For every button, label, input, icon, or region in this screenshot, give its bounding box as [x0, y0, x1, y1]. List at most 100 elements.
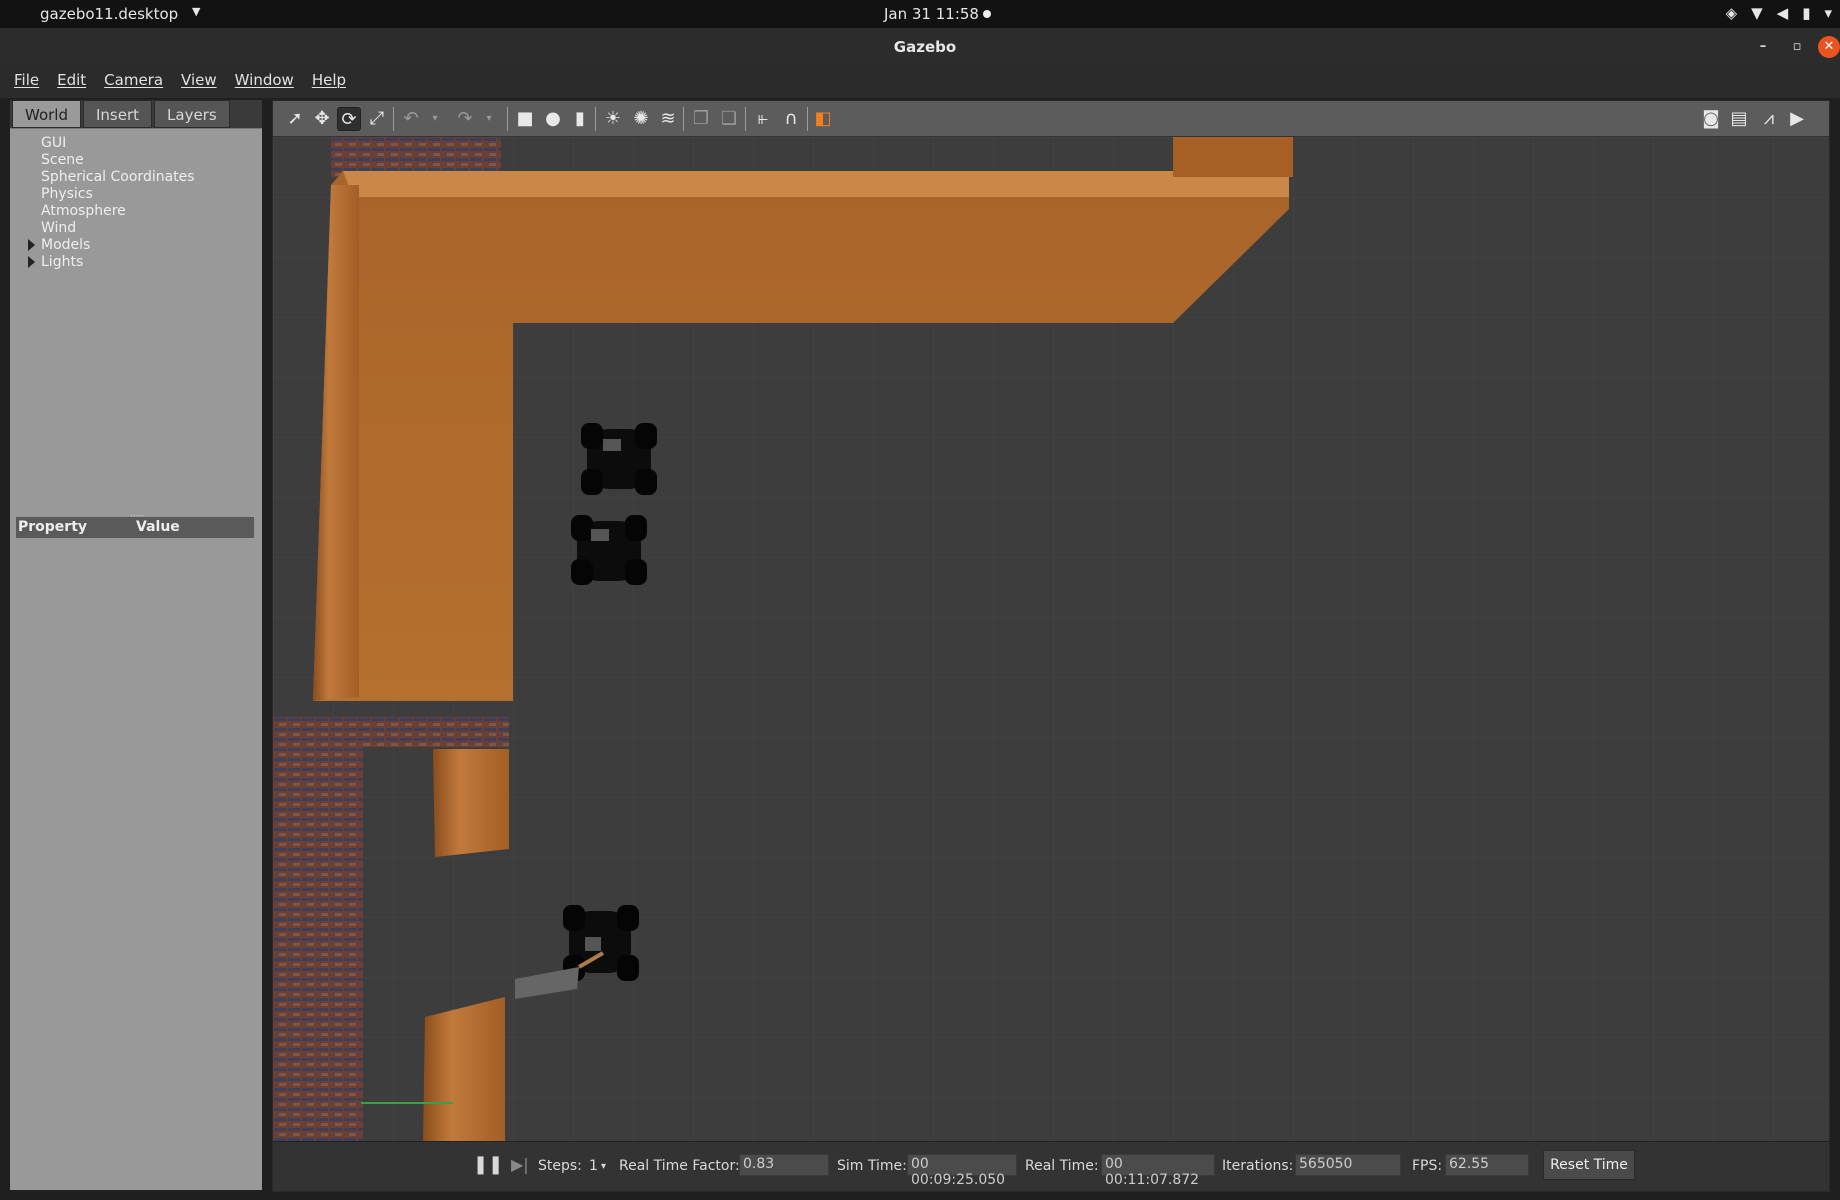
tree-item-gui[interactable]: GUI: [41, 135, 66, 151]
chevron-down-icon[interactable]: ▾: [423, 107, 447, 131]
tree-item-wind[interactable]: Wind: [41, 220, 76, 236]
screenshot-camera-icon[interactable]: ◙: [1699, 107, 1723, 131]
point-light-icon[interactable]: ☀: [601, 107, 625, 131]
battery-icon[interactable]: ▮: [1802, 4, 1810, 22]
panel-tabs: World Insert Layers: [12, 100, 232, 128]
translate-icon[interactable]: ✥: [310, 107, 334, 131]
tree-item-atmosphere[interactable]: Atmosphere: [41, 203, 126, 219]
fps-label: FPS:: [1412, 1158, 1443, 1174]
steps-value[interactable]: 1: [589, 1158, 598, 1174]
real-time-factor-field: 0.83: [739, 1154, 829, 1176]
reset-time-button[interactable]: Reset Time: [1543, 1150, 1635, 1180]
wooden-post: [423, 997, 505, 1141]
chevron-down-icon[interactable]: ▾: [477, 107, 501, 131]
toolbar-separator: [507, 107, 508, 131]
menu-edit[interactable]: Edit: [57, 66, 86, 98]
record-video-icon[interactable]: ▶: [1785, 107, 1809, 131]
simulation-status-bar: ❚❚ ▶| Steps: 1 ▾ Real Time Factor: 0.83 …: [273, 1141, 1829, 1191]
tree-item-physics[interactable]: Physics: [41, 186, 93, 202]
robot-car: [571, 515, 647, 585]
system-top-bar: gazebo11.desktop ▼ Jan 31 11:58 ◈ ▼ ◀ ▮ …: [0, 0, 1840, 28]
box-shape-icon[interactable]: ■: [513, 107, 537, 131]
real-time-factor-label: Real Time Factor:: [619, 1158, 740, 1174]
chevron-down-icon[interactable]: ▼: [192, 5, 200, 18]
toolbar-separator: [807, 107, 808, 131]
select-arrow-icon[interactable]: ➚: [283, 107, 307, 131]
tree-item-lights[interactable]: Lights: [41, 254, 83, 270]
toolbar-separator: [393, 107, 394, 131]
toolbar-separator: [745, 107, 746, 131]
tree-item-spherical-coordinates[interactable]: Spherical Coordinates: [41, 169, 195, 185]
plot-icon[interactable]: ⩘: [1757, 107, 1781, 131]
scene-render: [273, 137, 1829, 1141]
undo-icon[interactable]: ↶: [399, 107, 423, 131]
view-angle-cube-icon[interactable]: ◧: [811, 107, 835, 131]
left-panel: World Insert Layers GUI Scene Spherical …: [10, 100, 262, 1190]
sim-time-field: 00 00:09:25.050: [907, 1154, 1017, 1188]
property-table-header: Property Value: [16, 517, 254, 538]
menu-help[interactable]: Help: [312, 66, 346, 98]
wifi-icon[interactable]: ▼: [1751, 4, 1763, 22]
paste-icon[interactable]: ❏: [717, 107, 741, 131]
copy-icon[interactable]: ❐: [689, 107, 713, 131]
wooden-wall: [1173, 137, 1293, 177]
menu-camera[interactable]: Camera: [104, 66, 163, 98]
cylinder-shape-icon[interactable]: ▮: [568, 107, 592, 131]
tree-item-models[interactable]: Models: [41, 237, 90, 253]
wooden-wall-top: [343, 171, 1289, 197]
network-status-icon[interactable]: ◈: [1726, 4, 1738, 22]
expand-arrow-icon[interactable]: [28, 239, 35, 251]
expand-arrow-icon[interactable]: [28, 256, 35, 268]
tab-layers[interactable]: Layers: [154, 100, 230, 128]
clock[interactable]: Jan 31 11:58: [884, 5, 979, 23]
app-menu-label[interactable]: gazebo11.desktop: [40, 5, 178, 23]
brick-wall: [273, 747, 363, 1141]
redo-icon[interactable]: ↷: [453, 107, 477, 131]
restore-button[interactable]: ▫: [1786, 36, 1808, 58]
real-time-label: Real Time:: [1025, 1158, 1099, 1174]
robot-car: [581, 423, 657, 495]
menu-bar: File Edit Camera View Window Help: [0, 66, 1840, 98]
notification-dot-icon: [983, 10, 991, 18]
wooden-post: [433, 749, 509, 857]
spot-light-icon[interactable]: ✺: [629, 107, 653, 131]
iterations-field: 565050: [1295, 1154, 1401, 1176]
align-icon[interactable]: ⫦: [751, 107, 775, 131]
fps-field: 62.55: [1445, 1154, 1529, 1176]
iterations-label: Iterations:: [1222, 1158, 1294, 1174]
viewport-toolbar: ➚ ✥ ⟳ ⤢ ↶ ▾ ↷ ▾ ■ ● ▮ ☀ ✺ ≋ ❐ ❏ ⫦ ∩ ◧ ◙ …: [273, 101, 1829, 137]
menu-view[interactable]: View: [181, 66, 217, 98]
window-title: Gazebo: [893, 38, 957, 56]
pause-icon[interactable]: ❚❚: [473, 1154, 503, 1175]
minimize-button[interactable]: –: [1752, 36, 1774, 58]
menu-window[interactable]: Window: [235, 66, 294, 98]
toolbar-separator: [683, 107, 684, 131]
render-viewport: ➚ ✥ ⟳ ⤢ ↶ ▾ ↷ ▾ ■ ● ▮ ☀ ✺ ≋ ❐ ❏ ⫦ ∩ ◧ ◙ …: [272, 100, 1830, 1192]
real-time-field: 00 00:11:07.872: [1101, 1154, 1215, 1188]
value-column-header: Value: [136, 519, 180, 535]
brick-wall: [273, 717, 509, 747]
world-tree: GUI Scene Spherical Coordinates Physics …: [10, 128, 262, 1190]
sim-time-label: Sim Time:: [837, 1158, 907, 1174]
tree-item-scene[interactable]: Scene: [41, 152, 84, 168]
tab-insert[interactable]: Insert: [83, 100, 153, 128]
steps-label: Steps:: [538, 1158, 582, 1174]
property-column-header: Property: [18, 519, 88, 535]
toolbar-separator: [595, 107, 596, 131]
chevron-down-icon[interactable]: ▾: [601, 1161, 606, 1172]
system-tray[interactable]: ◈ ▼ ◀ ▮ ▾: [1726, 4, 1832, 22]
3d-scene[interactable]: [273, 137, 1829, 1141]
log-icon[interactable]: ▤: [1727, 107, 1751, 131]
tab-world[interactable]: World: [12, 100, 81, 128]
rotate-icon[interactable]: ⟳: [337, 107, 361, 131]
volume-icon[interactable]: ◀: [1777, 4, 1789, 22]
close-button[interactable]: ✕: [1818, 36, 1840, 58]
menu-file[interactable]: File: [14, 66, 39, 98]
window-title-bar: Gazebo – ▫ ✕: [0, 28, 1840, 66]
chevron-down-icon[interactable]: ▾: [1824, 4, 1832, 22]
directional-light-icon[interactable]: ≋: [656, 107, 680, 131]
sphere-shape-icon[interactable]: ●: [541, 107, 565, 131]
step-forward-icon[interactable]: ▶|: [511, 1155, 529, 1174]
scale-icon[interactable]: ⤢: [365, 107, 389, 131]
snap-magnet-icon[interactable]: ∩: [779, 107, 803, 131]
